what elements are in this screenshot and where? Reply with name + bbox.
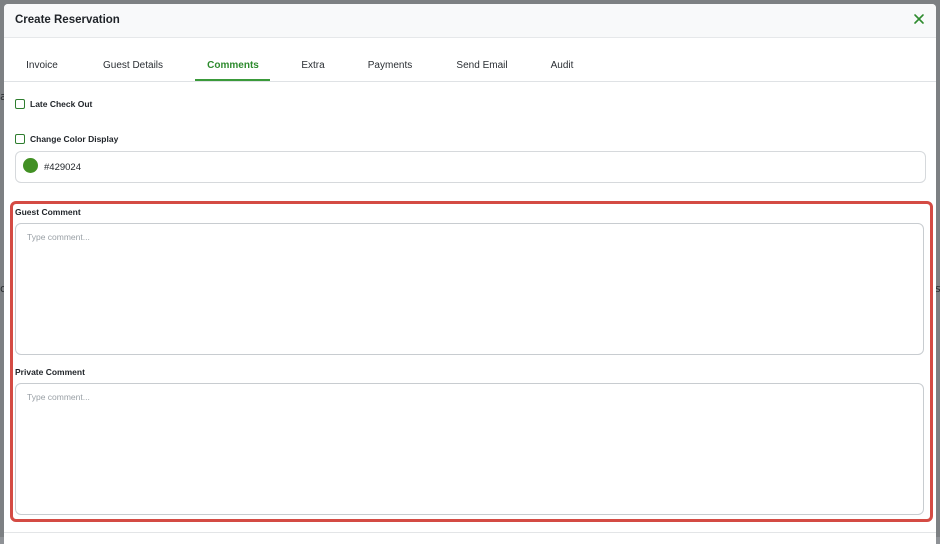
modal-divider <box>4 532 936 533</box>
private-comment-input[interactable] <box>15 383 924 515</box>
change-color-display-option: Change Color Display <box>15 134 118 144</box>
late-check-out-option: Late Check Out <box>15 99 92 109</box>
color-display-field[interactable]: #429024 <box>15 151 926 183</box>
guest-comment-input[interactable] <box>15 223 924 355</box>
active-tab-indicator <box>195 79 270 81</box>
tab-audit[interactable]: Audit <box>551 60 574 71</box>
tab-comments[interactable]: Comments <box>207 60 259 71</box>
tab-invoice[interactable]: Invoice <box>26 60 58 71</box>
late-check-out-checkbox[interactable] <box>15 99 25 109</box>
close-icon[interactable] <box>912 12 926 26</box>
reservation-tabs: Invoice Guest Details Comments Extra Pay… <box>4 38 936 82</box>
change-color-display-label: Change Color Display <box>30 134 119 144</box>
modal-title: Create Reservation <box>15 14 120 26</box>
late-check-out-label: Late Check Out <box>30 99 93 109</box>
tab-send-email[interactable]: Send Email <box>456 60 507 71</box>
color-swatch[interactable] <box>23 158 38 173</box>
modal-header: Create Reservation <box>4 4 936 38</box>
tab-payments[interactable]: Payments <box>368 60 412 71</box>
color-value: #429024 <box>44 162 81 173</box>
guest-comment-label: Guest Comment <box>15 207 81 217</box>
private-comment-label: Private Comment <box>15 367 85 377</box>
create-reservation-modal: Create Reservation Invoice Guest Details… <box>4 4 936 544</box>
change-color-display-checkbox[interactable] <box>15 134 25 144</box>
tab-guest-details[interactable]: Guest Details <box>103 60 163 71</box>
tab-extra[interactable]: Extra <box>301 60 324 71</box>
